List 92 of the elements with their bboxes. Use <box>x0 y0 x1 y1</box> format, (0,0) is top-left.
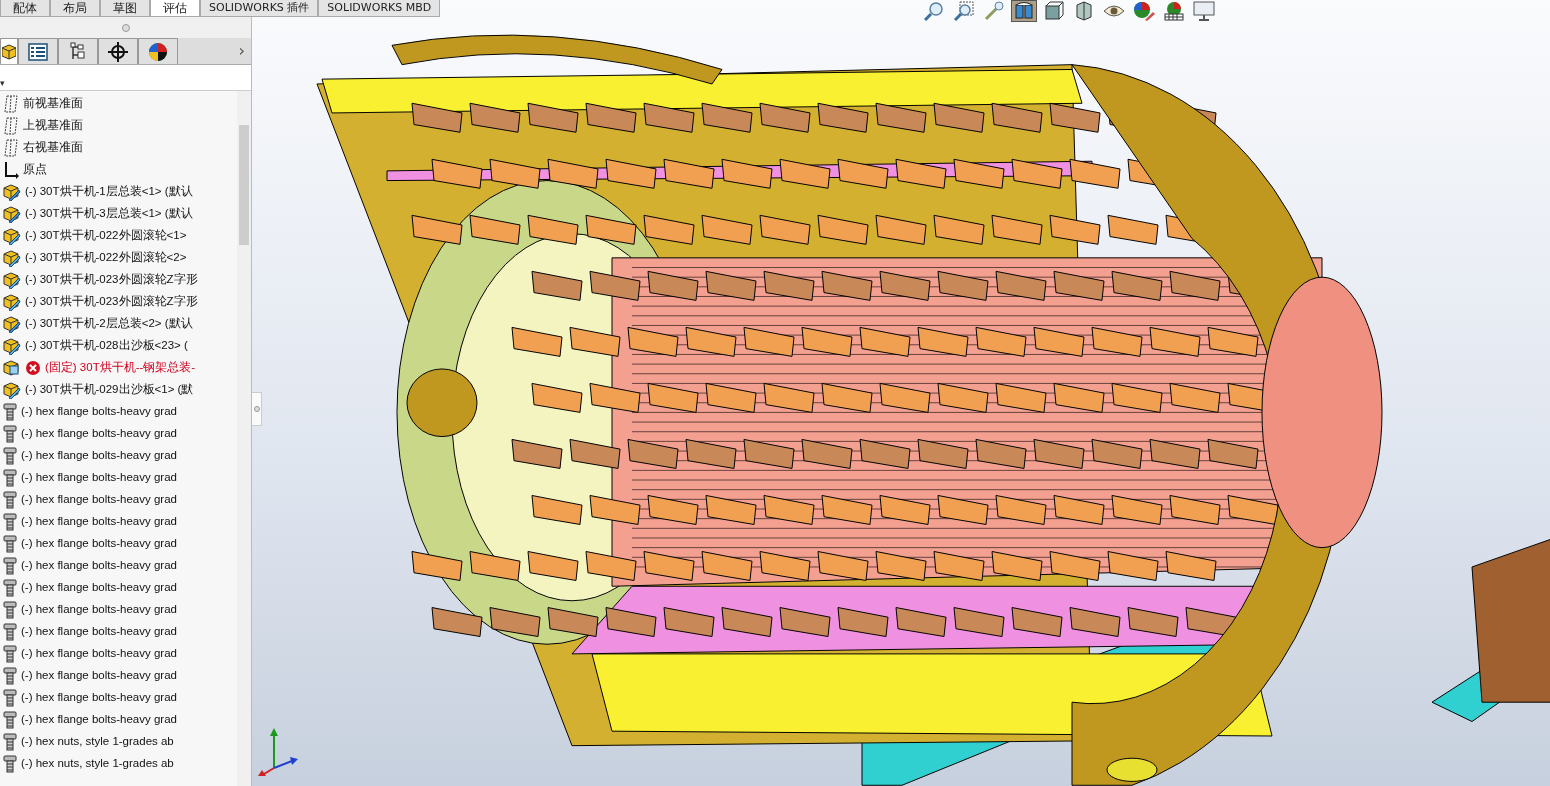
tree-item-label[interactable]: 上视基准面 <box>23 117 83 135</box>
part-icon <box>3 337 21 355</box>
bolt-icon <box>3 535 17 553</box>
tree-item-label[interactable]: (-) hex nuts, style 1-grades ab <box>21 733 174 751</box>
tree-item-label[interactable]: 前视基准面 <box>23 95 83 113</box>
bolt-icon <box>3 425 17 443</box>
command-tab[interactable]: 评估 <box>150 0 200 17</box>
crosshair-icon <box>108 41 128 62</box>
assembly-icon <box>3 205 21 223</box>
cube-orientation-icon[interactable] <box>1042 1 1066 21</box>
bolt-icon <box>3 403 17 421</box>
tree-item-label[interactable]: (-) hex flange bolts-heavy grad <box>21 645 177 663</box>
assembly-icon <box>3 359 21 377</box>
bolt-icon <box>3 711 17 729</box>
coordinate-triad-icon <box>258 728 298 778</box>
color-ball-pencil-icon[interactable] <box>1132 1 1156 21</box>
list-icon <box>28 42 48 61</box>
tree-item-label[interactable]: (-) hex flange bolts-heavy grad <box>21 403 177 421</box>
scene-icon[interactable] <box>1162 1 1186 21</box>
section-view-icon[interactable] <box>1012 1 1036 21</box>
tree-item-label[interactable]: (-) hex flange bolts-heavy grad <box>21 601 177 619</box>
panel-collapse-handle[interactable] <box>252 392 262 426</box>
part-icon <box>3 227 21 245</box>
panel-splitter-handle[interactable] <box>121 23 130 32</box>
assembly-icon <box>3 315 21 333</box>
assembly-icon <box>3 183 21 201</box>
bolt-icon <box>3 579 17 597</box>
tree-item-label[interactable]: (-) hex flange bolts-heavy grad <box>21 513 177 531</box>
color-wheel-icon <box>148 41 168 62</box>
bolt-icon <box>3 733 17 751</box>
tree-item-label[interactable]: (-) hex flange bolts-heavy grad <box>21 491 177 509</box>
tree-item-label[interactable]: (-) hex flange bolts-heavy grad <box>21 623 177 641</box>
error-icon <box>25 360 41 376</box>
tree-item-label[interactable]: (-) 30T烘干机-2层总装<2> (默认 <box>25 315 193 333</box>
feature-tree-tab[interactable] <box>0 38 18 64</box>
tree-item-label[interactable]: (-) 30T烘干机-023外圆滚轮Z字形 <box>25 271 198 289</box>
tree-item-label[interactable]: (-) hex flange bolts-heavy grad <box>21 557 177 575</box>
bolt-icon <box>3 491 17 509</box>
tree-item-label[interactable]: (固定) 30T烘干机--钢架总装- <box>45 359 196 377</box>
monitor-icon[interactable] <box>1192 1 1216 21</box>
bolt-icon <box>3 557 17 575</box>
tree-item-label[interactable]: (-) 30T烘干机-029出沙板<1> (默 <box>25 381 194 399</box>
bolt-icon <box>3 645 17 663</box>
tree-item-label[interactable]: (-) 30T烘干机-022外圆滚轮<2> <box>25 249 187 267</box>
tree-item-label[interactable]: 原点 <box>23 161 47 179</box>
tree-item-label[interactable]: (-) hex flange bolts-heavy grad <box>21 689 177 707</box>
plane-icon <box>3 139 19 157</box>
command-tab[interactable]: 配体 <box>0 0 50 17</box>
bolt-icon <box>3 601 17 619</box>
command-tab[interactable]: SOLIDWORKS MBD <box>318 0 441 17</box>
bolt-icon <box>3 469 17 487</box>
tree-item-label[interactable]: (-) hex flange bolts-heavy grad <box>21 579 177 597</box>
command-tab[interactable]: 布局 <box>50 0 100 17</box>
bolt-icon <box>3 447 17 465</box>
tree-item-label[interactable]: (-) 30T烘干机-1层总装<1> (默认 <box>25 183 193 201</box>
tree-item-label[interactable]: (-) 30T烘干机-3层总装<1> (默认 <box>25 205 193 223</box>
part-icon <box>3 381 21 399</box>
tree-item-label[interactable]: (-) 30T烘干机-028出沙板<23> ( <box>25 337 188 355</box>
tree-item-label[interactable]: (-) 30T烘干机-023外圆滚轮Z字形 <box>25 293 198 311</box>
tree-item-label[interactable]: (-) 30T烘干机-022外圆滚轮<1> <box>25 227 187 245</box>
bolt-icon <box>3 623 17 641</box>
part-icon <box>3 249 21 267</box>
tree-item-label[interactable]: (-) hex flange bolts-heavy grad <box>21 535 177 553</box>
origin-axes-icon <box>3 161 19 179</box>
tree-item-label[interactable]: (-) hex flange bolts-heavy grad <box>21 711 177 729</box>
command-tab[interactable]: SOLIDWORKS 插件 <box>200 0 319 17</box>
configuration-manager-tab[interactable] <box>58 38 98 64</box>
display-manager-tab[interactable] <box>138 38 178 64</box>
tree-item-label[interactable]: (-) hex flange bolts-heavy grad <box>21 667 177 685</box>
plane-icon <box>3 117 19 135</box>
tree-item-label[interactable]: (-) hex flange bolts-heavy grad <box>21 447 177 465</box>
tree-item-label[interactable]: (-) hex nuts, style 1-grades ab <box>21 755 174 773</box>
part-icon <box>3 293 21 311</box>
command-tab[interactable]: 草图 <box>100 0 150 17</box>
plane-icon <box>3 95 19 113</box>
zoom-to-fit-icon[interactable] <box>922 1 946 21</box>
dimxpert-tab[interactable] <box>98 38 138 64</box>
property-manager-tab[interactable] <box>18 38 58 64</box>
tree-item-label[interactable]: (-) hex flange bolts-heavy grad <box>21 425 177 443</box>
tree-item-label[interactable]: (-) hex flange bolts-heavy grad <box>21 469 177 487</box>
scroll-bar[interactable] <box>237 91 251 786</box>
bolt-icon <box>3 755 17 773</box>
part-icon <box>3 271 21 289</box>
bolt-icon <box>3 513 17 531</box>
cube-icon <box>2 43 16 60</box>
bolt-icon <box>3 667 17 685</box>
tree-filter-field[interactable]: ▾ <box>0 65 251 91</box>
zoom-to-area-icon[interactable] <box>952 1 976 21</box>
tree-item-label[interactable]: 右视基准面 <box>23 139 83 157</box>
hierarchy-icon <box>70 41 86 62</box>
bolt-icon <box>3 689 17 707</box>
magnifier-arrow-icon[interactable] <box>982 1 1006 21</box>
